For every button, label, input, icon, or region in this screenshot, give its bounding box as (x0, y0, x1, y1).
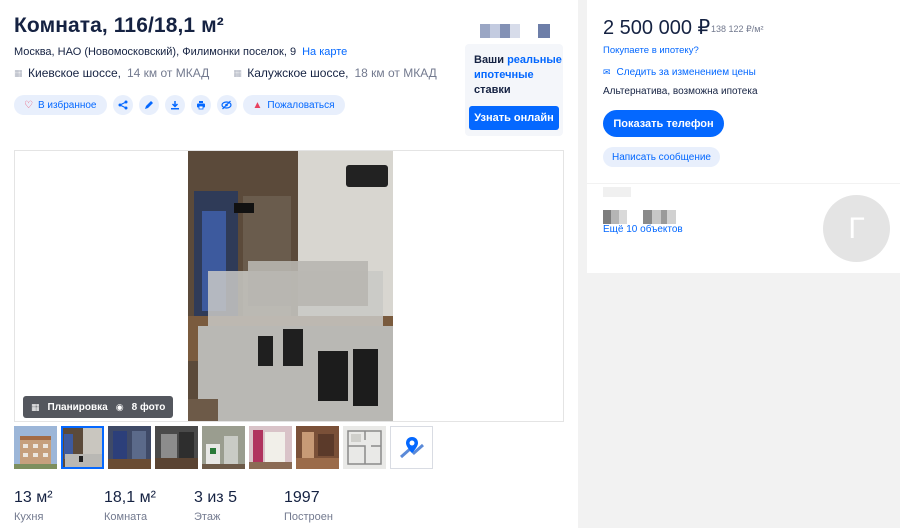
mortgage-text-1: Ваши (474, 54, 508, 66)
share-icon (118, 100, 127, 110)
thumbnail-floor-plan[interactable] (343, 426, 386, 469)
map-pin-icon (399, 436, 424, 458)
road-distances: ▦ Киевское шоссе, 14 км от МКАД ▦ Калужс… (14, 66, 437, 80)
fact-floor: 3 из 5 Этаж (194, 489, 284, 523)
fact-label: Этаж (194, 511, 221, 523)
photo-gallery[interactable]: ▦ Планировка ◉ 8 фото (14, 150, 564, 422)
hide-icon (221, 100, 232, 110)
fact-value: 1997 (284, 489, 320, 506)
avatar[interactable]: Г (823, 195, 890, 262)
photo-count-button[interactable]: 8 фото (132, 402, 166, 413)
share-button[interactable] (112, 95, 133, 115)
fact-value: 18,1 м² (104, 489, 156, 506)
room-photo-image (188, 151, 393, 421)
deal-type: Альтернатива, возможна ипотека (603, 86, 758, 97)
road-distance: 18 км от МКАД (354, 66, 437, 80)
road-icon: ▦ (14, 67, 23, 78)
camera-icon: ◉ (115, 401, 124, 412)
listing-title: Комната, 116/18,1 м² (14, 14, 224, 37)
edit-button[interactable] (138, 95, 159, 115)
price-per-m2: 138 122 ₽/м² (711, 24, 764, 34)
favorite-button[interactable]: ♡ В избранное (14, 95, 107, 115)
agent-name-blurred (603, 210, 676, 224)
thumbnail-photo-5[interactable] (202, 426, 245, 469)
gallery-controls: ▦ Планировка ◉ 8 фото (23, 396, 174, 418)
hide-button[interactable] (216, 95, 237, 115)
road-distance: 14 км от МКАД (126, 66, 210, 80)
road-icon: ▦ (233, 67, 242, 78)
thumbnail-photo-6[interactable] (249, 426, 292, 469)
fact-kitchen: 13 м² Кухня (14, 489, 104, 523)
report-label: Пожаловаться (267, 99, 335, 111)
main-photo[interactable] (188, 151, 393, 421)
thumbnail-map[interactable] (390, 426, 433, 469)
mortgage-link[interactable]: Покупаете в ипотеку? (603, 45, 699, 56)
heart-icon: ♡ (24, 99, 33, 111)
fact-label: Кухня (14, 511, 44, 523)
edit-icon (144, 101, 153, 109)
thumbnail-photo-4[interactable] (155, 426, 198, 469)
print-icon (196, 101, 205, 110)
address: Москва, НАО (Новомосковский), Филимонки … (14, 46, 347, 58)
agent-card: Ещё 10 объектов Г (587, 184, 900, 273)
show-phone-button[interactable]: Показать телефон (603, 110, 724, 137)
map-link[interactable]: На карте (302, 46, 347, 58)
blurred-badge (480, 24, 550, 38)
learn-online-button[interactable]: Узнать онлайн (469, 106, 559, 130)
print-button[interactable] (190, 95, 211, 115)
price-card: 2 500 000 ₽ 138 122 ₽/м² Покупаете в ипо… (587, 0, 900, 183)
thumbnail-photo-3[interactable] (108, 426, 151, 469)
more-objects-link[interactable]: Ещё 10 объектов (603, 224, 683, 235)
price: 2 500 000 ₽ (603, 17, 711, 39)
write-message-button[interactable]: Написать сообщение (603, 147, 720, 167)
agent-divider (603, 187, 631, 197)
mortgage-rates-text: Ваши реальные ипотечные ставки (474, 53, 564, 98)
download-button[interactable] (164, 95, 185, 115)
floor-plan-icon: ▦ (31, 401, 40, 412)
download-icon (170, 101, 179, 110)
fact-built: 1997 Построен (284, 489, 374, 523)
favorite-label: В избранное (37, 99, 97, 111)
fact-room: 18,1 м² Комната (104, 489, 194, 523)
mortgage-rates-card: Ваши реальные ипотечные ставки Узнать он… (465, 44, 563, 136)
mortgage-text-2: ставки (474, 84, 511, 96)
fact-value: 3 из 5 (194, 489, 237, 506)
listing-facts: 13 м² Кухня 18,1 м² Комната 3 из 5 Этаж … (14, 489, 374, 523)
floor-plan-button[interactable]: Планировка (48, 402, 108, 413)
envelope-icon: ✉ (603, 67, 611, 77)
thumbnail-building[interactable] (14, 426, 57, 469)
thumbnail-selected[interactable] (61, 426, 104, 469)
fact-label: Комната (104, 511, 148, 523)
follow-price-label: Следить за изменением цены (616, 67, 756, 78)
report-button[interactable]: ▲ Пожаловаться (242, 95, 345, 115)
thumbnail-photo-7[interactable] (296, 426, 339, 469)
address-text: Москва, НАО (Новомосковский), Филимонки … (14, 46, 297, 58)
fact-value: 13 м² (14, 489, 53, 506)
listing-actions: ♡ В избранное ▲ Пожаловаться (14, 95, 345, 115)
follow-price-link[interactable]: ✉ Следить за изменением цены (603, 67, 756, 78)
road-name: Киевское шоссе, (28, 66, 121, 80)
road-name: Калужское шоссе, (247, 66, 349, 80)
warning-icon: ▲ (252, 99, 263, 111)
thumbnail-strip (14, 426, 433, 469)
fact-label: Построен (284, 511, 333, 523)
